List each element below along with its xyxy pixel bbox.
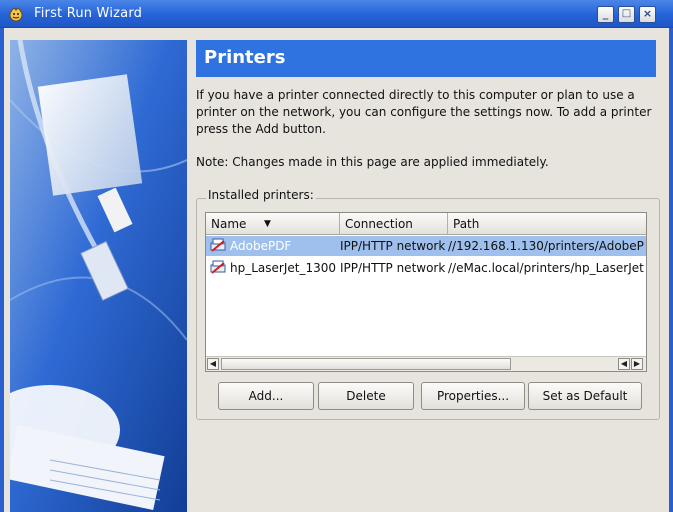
printer-connection: IPP/HTTP network <box>340 239 446 253</box>
note-text: Note: Changes made in this page are appl… <box>196 155 549 169</box>
horizontal-scrollbar[interactable]: ◀ ◀ ▶ <box>206 356 646 371</box>
maximize-button[interactable]: □ <box>618 6 635 23</box>
printer-path: //eMac.local/printers/hp_LaserJet <box>448 261 644 275</box>
printer-actions: Add... Delete Properties... Set as Defau… <box>208 382 644 412</box>
printers-list[interactable]: Name ▼ Connection Path AdobePDF IPP/HTTP… <box>205 212 647 372</box>
title-bar[interactable]: First Run Wizard _ □ × <box>0 0 673 28</box>
installed-printers-label: Installed printers: <box>206 188 316 202</box>
scrollbar-thumb[interactable] <box>221 358 511 370</box>
printer-connection: IPP/HTTP network <box>340 261 446 275</box>
page-title: Printers <box>196 40 656 77</box>
column-label: Name <box>211 217 247 231</box>
printer-icon <box>209 236 229 256</box>
column-header-connection[interactable]: Connection <box>340 213 448 235</box>
close-button[interactable]: × <box>639 6 656 23</box>
sort-down-icon: ▼ <box>264 219 271 229</box>
add-button[interactable]: Add... <box>218 382 314 410</box>
printer-name: AdobePDF <box>230 239 292 253</box>
minimize-button[interactable]: _ <box>597 6 614 23</box>
properties-button[interactable]: Properties... <box>421 382 525 410</box>
printer-path: //192.168.1.130/printers/AdobeP <box>448 239 644 253</box>
list-header: Name ▼ Connection Path <box>206 213 646 235</box>
delete-button[interactable]: Delete <box>318 382 414 410</box>
scroll-right-icon[interactable]: ▶ <box>631 358 643 370</box>
printer-icon <box>209 258 229 278</box>
scroll-left-icon[interactable]: ◀ <box>618 358 630 370</box>
table-row[interactable]: AdobePDF IPP/HTTP network //192.168.1.13… <box>206 236 646 256</box>
window-title: First Run Wizard <box>34 6 143 21</box>
printer-name: hp_LaserJet_1300 <box>230 261 336 275</box>
wizard-icon <box>9 7 23 22</box>
column-header-path[interactable]: Path <box>448 213 646 235</box>
set-default-button[interactable]: Set as Default <box>528 382 642 410</box>
column-header-name[interactable]: Name ▼ <box>206 213 340 235</box>
scroll-left-icon[interactable]: ◀ <box>207 358 219 370</box>
intro-text: If you have a printer connected directly… <box>196 88 652 136</box>
wizard-side-image <box>10 40 187 512</box>
table-row[interactable]: hp_LaserJet_1300 IPP/HTTP network //eMac… <box>206 258 646 278</box>
